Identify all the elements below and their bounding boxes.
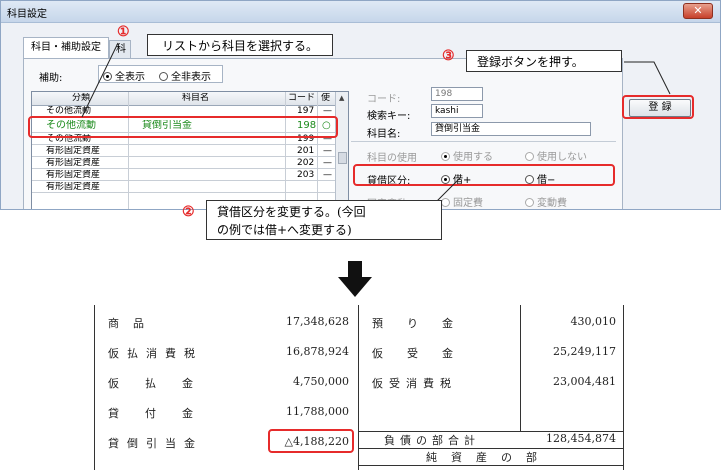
bs-value-loan: 11,788,000 bbox=[286, 405, 349, 418]
step2-number: ② bbox=[182, 204, 195, 220]
leader-line-step2 bbox=[435, 177, 461, 203]
sheet-column-divider bbox=[358, 305, 359, 470]
bs-label-loan: 貸付金 bbox=[108, 407, 219, 420]
bs-value-advance: 4,750,000 bbox=[293, 375, 349, 388]
bs-value-deposits: 430,010 bbox=[570, 315, 617, 328]
allowance-value-highlight bbox=[268, 429, 354, 453]
sheet-border-right bbox=[623, 305, 624, 470]
down-arrow-icon bbox=[338, 261, 372, 297]
step3-number: ③ bbox=[442, 48, 455, 64]
bs-label-advance: 仮払金 bbox=[108, 377, 219, 390]
bs-label-suspense: 仮受金 bbox=[372, 347, 477, 360]
step3-callout: 登録ボタンを押す。 bbox=[466, 50, 622, 72]
leader-line-step1 bbox=[81, 42, 119, 118]
step2-callout: 貸借区分を変更する。(今回 の例では借+へ変更する) bbox=[206, 200, 442, 240]
step2-callout-line2: の例では借+へ変更する) bbox=[217, 223, 352, 237]
step2-callout-line1: 貸借区分を変更する。(今回 bbox=[217, 205, 366, 219]
bs-label-prepaid-tax: 仮払消費税 bbox=[108, 347, 203, 360]
bs-value-goods: 17,348,628 bbox=[286, 315, 349, 328]
bs-label-net-assets: 純資産の部 bbox=[426, 451, 551, 464]
bs-value-received-tax: 23,004,481 bbox=[553, 375, 616, 388]
step1-number: ① bbox=[117, 24, 130, 40]
balance-sheet: 商品 17,348,628 仮払消費税 16,878,924 仮払金 4,750… bbox=[94, 305, 624, 470]
sheet-border-left bbox=[94, 305, 95, 470]
bs-label-received-tax: 仮受消費税 bbox=[372, 377, 457, 390]
sheet-border-bottom bbox=[358, 465, 623, 466]
bs-value-suspense: 25,249,117 bbox=[553, 345, 616, 358]
sheet-inner-divider bbox=[520, 305, 521, 431]
bs-value-liability-total: 128,454,874 bbox=[546, 432, 616, 445]
step1-callout: リストから科目を選択する。 bbox=[147, 34, 333, 56]
bs-label-allowance: 貸倒引当金 bbox=[108, 437, 203, 450]
leader-line-step3 bbox=[624, 61, 671, 95]
bs-value-prepaid-tax: 16,878,924 bbox=[286, 345, 349, 358]
bs-label-liability-total: 負債の部合計 bbox=[384, 434, 480, 447]
bs-label-goods: 商品 bbox=[108, 317, 158, 330]
bs-label-deposits: 預り金 bbox=[372, 317, 477, 330]
